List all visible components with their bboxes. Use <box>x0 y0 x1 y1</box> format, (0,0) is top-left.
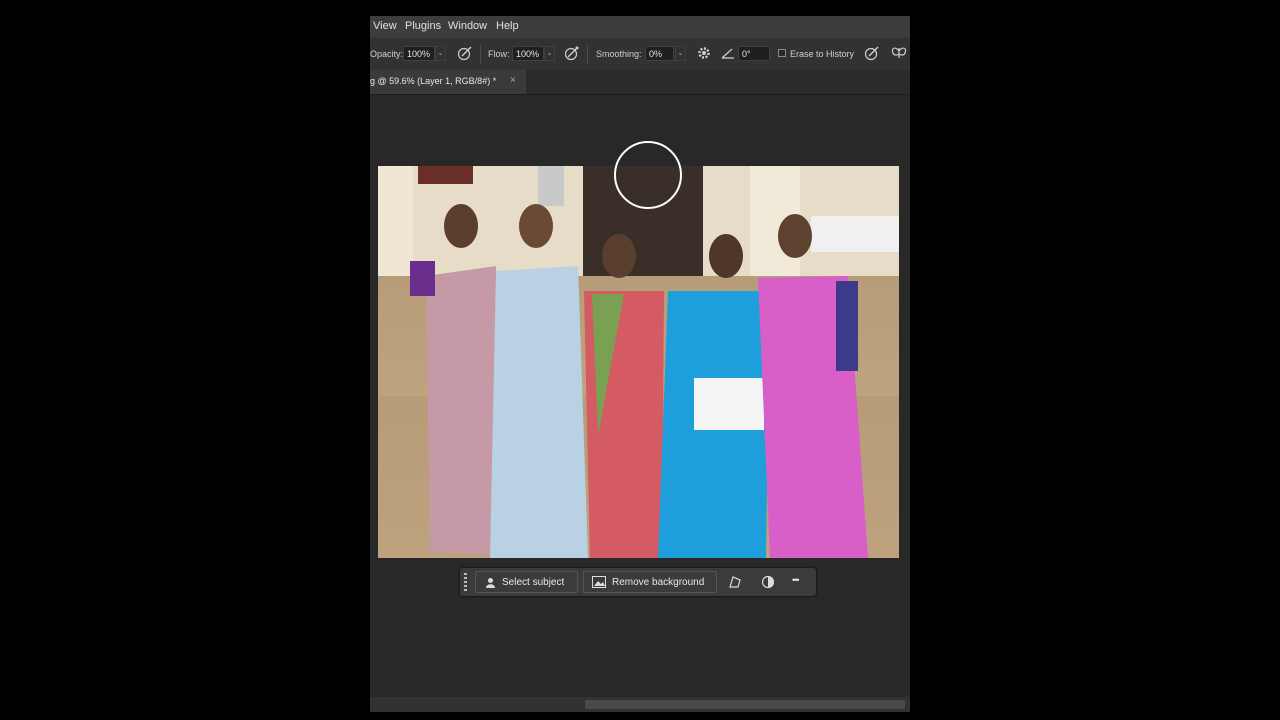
more-icon[interactable]: ••• <box>792 575 800 585</box>
remove-background-button[interactable]: Remove background <box>583 571 717 593</box>
menu-plugins[interactable]: Plugins <box>405 20 441 32</box>
flow-field[interactable]: 100% <box>512 46 544 61</box>
transform-icon[interactable] <box>725 572 745 592</box>
remove-background-label: Remove background <box>612 577 705 588</box>
smoothing-dropdown[interactable]: ⌄ <box>675 46 686 61</box>
separator <box>480 44 481 64</box>
opacity-field[interactable]: 100% <box>403 46 435 61</box>
flow-label: Flow: <box>488 49 510 59</box>
angle-icon <box>721 48 734 59</box>
drag-handle-icon[interactable] <box>464 573 467 591</box>
menu-view[interactable]: View <box>373 20 397 32</box>
contrast-icon[interactable] <box>758 572 778 592</box>
scrollbar-thumb[interactable] <box>585 700 905 709</box>
contextual-task-bar: Select subject Remove background ••• <box>460 568 816 596</box>
separator <box>587 44 588 64</box>
horizontal-scrollbar[interactable] <box>370 697 910 712</box>
flow-dropdown[interactable]: ⌄ <box>544 46 555 61</box>
opacity-dropdown[interactable]: ⌄ <box>435 46 446 61</box>
select-subject-label: Select subject <box>502 577 565 588</box>
person-icon <box>486 578 495 588</box>
gear-icon[interactable] <box>695 44 713 62</box>
tablet-pressure-icon[interactable] <box>863 44 881 62</box>
photoshop-window: View Plugins Window Help Opacity: 100% ⌄… <box>370 16 910 712</box>
smoothing-label: Smoothing: <box>596 49 642 59</box>
angle-field[interactable]: 0° <box>738 46 770 61</box>
symmetry-butterfly-icon[interactable] <box>890 44 908 62</box>
document-tab[interactable]: g @ 59.6% (Layer 1, RGB/8#) * × <box>370 70 526 94</box>
menu-bar: View Plugins Window Help <box>370 16 910 38</box>
close-icon[interactable]: × <box>510 75 516 86</box>
airbrush-icon[interactable] <box>456 44 474 62</box>
document-image[interactable] <box>378 166 899 558</box>
canvas-area[interactable]: Select subject Remove background ••• <box>370 95 910 696</box>
erase-to-history-checkbox[interactable] <box>778 49 786 57</box>
smoothing-field[interactable]: 0% <box>645 46 674 61</box>
menu-help[interactable]: Help <box>496 20 519 32</box>
erase-to-history-label: Erase to History <box>790 49 855 59</box>
menu-window[interactable]: Window <box>448 20 487 32</box>
brush-cursor <box>614 141 682 209</box>
pressure-icon[interactable] <box>563 44 581 62</box>
opacity-label: Opacity: <box>370 49 404 59</box>
document-tab-title: g @ 59.6% (Layer 1, RGB/8#) * <box>370 76 497 86</box>
select-subject-button[interactable]: Select subject <box>475 571 578 593</box>
image-icon <box>592 576 606 588</box>
options-bar: Opacity: 100% ⌄ Flow: 100% ⌄ Smoothing: … <box>370 38 910 71</box>
document-tab-bar: g @ 59.6% (Layer 1, RGB/8#) * × <box>370 70 910 95</box>
